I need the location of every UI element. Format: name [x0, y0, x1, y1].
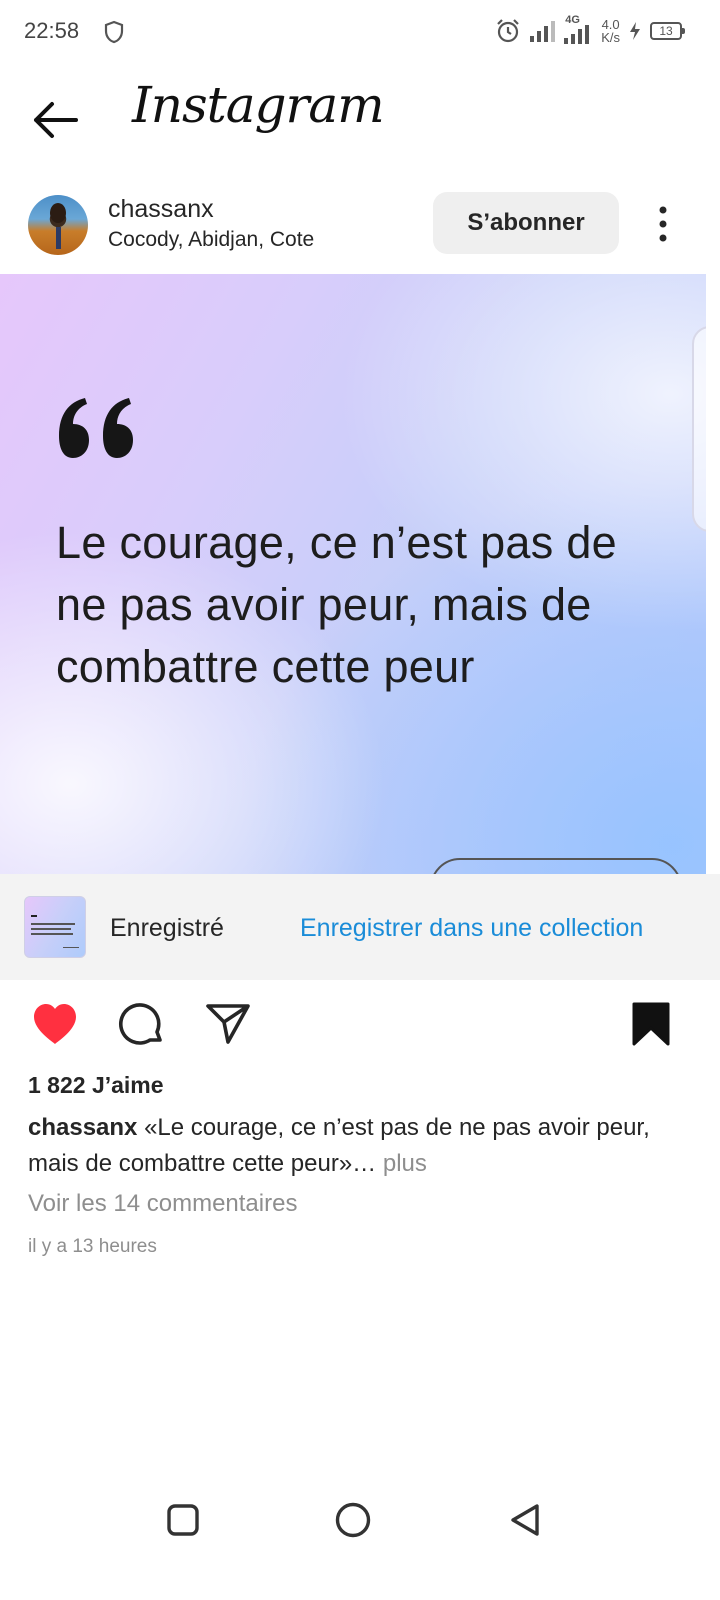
system-nav-bar: [0, 1490, 720, 1560]
post-username[interactable]: chassanx: [108, 195, 214, 224]
save-to-collection-link[interactable]: Enregistrer dans une collection: [300, 914, 643, 943]
view-comments-link[interactable]: Voir les 14 commentaires: [28, 1190, 297, 1218]
heart-icon[interactable]: [30, 1000, 80, 1048]
signal-icon: [530, 21, 556, 42]
charging-icon: [630, 22, 640, 40]
post-caption[interactable]: chassanx «Le courage, ce n’est pas de ne…: [28, 1110, 678, 1182]
network-speed: 4.0 K/s: [601, 18, 620, 44]
shield-icon: [104, 20, 124, 44]
app-logo: Instagram: [132, 76, 385, 134]
likes-count[interactable]: 1 822 J’aime: [28, 1072, 164, 1099]
follow-button[interactable]: S’abonner: [433, 192, 619, 254]
post-location[interactable]: Cocody, Abidjan, Cote: [108, 228, 314, 252]
alarm-icon: [497, 19, 519, 43]
saved-label: Enregistré: [110, 914, 224, 942]
battery-icon: 13: [650, 22, 685, 40]
post-timestamp: il y a 13 heures: [28, 1236, 157, 1257]
status-time: 22:58: [24, 18, 80, 43]
status-icons: 4G 4.0 K/s 13: [495, 14, 685, 48]
caption-more-link[interactable]: plus: [383, 1150, 427, 1177]
bookmark-icon[interactable]: [630, 1000, 672, 1048]
image-side-handle: [692, 326, 706, 532]
triangle-back-icon[interactable]: [505, 1500, 545, 1540]
comment-icon[interactable]: [118, 1000, 166, 1048]
quote-author: Nelson Mandela: [430, 858, 682, 874]
saved-thumbnail[interactable]: [24, 896, 86, 958]
quote-text: Le courage, ce n’est pas de ne pas avoir…: [56, 517, 617, 692]
quote-icon: [59, 398, 133, 458]
caption-username[interactable]: chassanx: [28, 1114, 137, 1141]
send-icon[interactable]: [204, 1000, 252, 1048]
signal-4g-icon: 4G: [563, 14, 593, 46]
square-icon[interactable]: [163, 1500, 203, 1540]
back-arrow-icon[interactable]: [30, 98, 80, 142]
post-image[interactable]: Le courage, ce n’est pas de ne pas avoir…: [0, 274, 706, 874]
avatar[interactable]: [28, 195, 88, 255]
saved-bar: Enregistré Enregistrer dans une collecti…: [0, 874, 720, 980]
speed-unit: K/s: [601, 30, 620, 45]
more-vertical-icon[interactable]: [648, 202, 678, 246]
circle-icon[interactable]: [333, 1500, 373, 1540]
